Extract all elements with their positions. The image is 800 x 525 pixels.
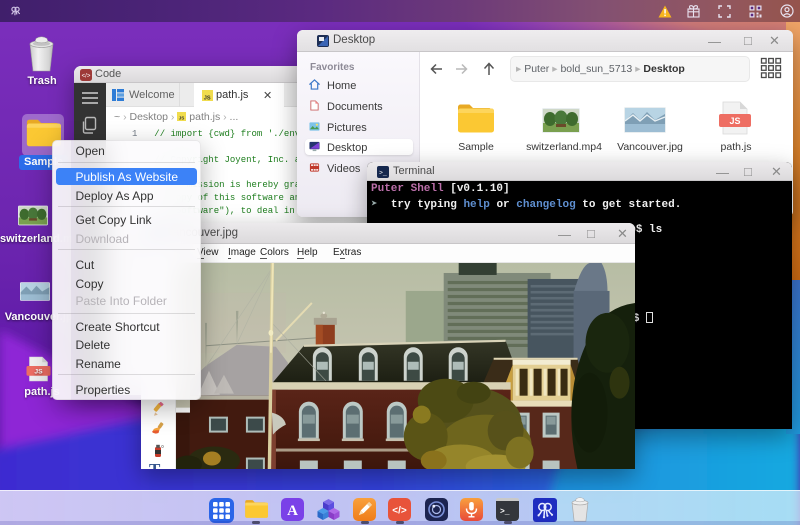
svg-text:A: A [287, 503, 298, 519]
svg-text:JS: JS [204, 95, 211, 101]
svg-text:</>: </> [82, 74, 91, 80]
svg-text:JS: JS [179, 116, 185, 121]
svg-text:JS: JS [34, 369, 43, 376]
svg-text:>_: >_ [379, 170, 387, 177]
svg-text:JS: JS [729, 116, 740, 126]
svg-text:</>: </> [392, 506, 407, 517]
svg-text:>_: >_ [500, 508, 510, 517]
